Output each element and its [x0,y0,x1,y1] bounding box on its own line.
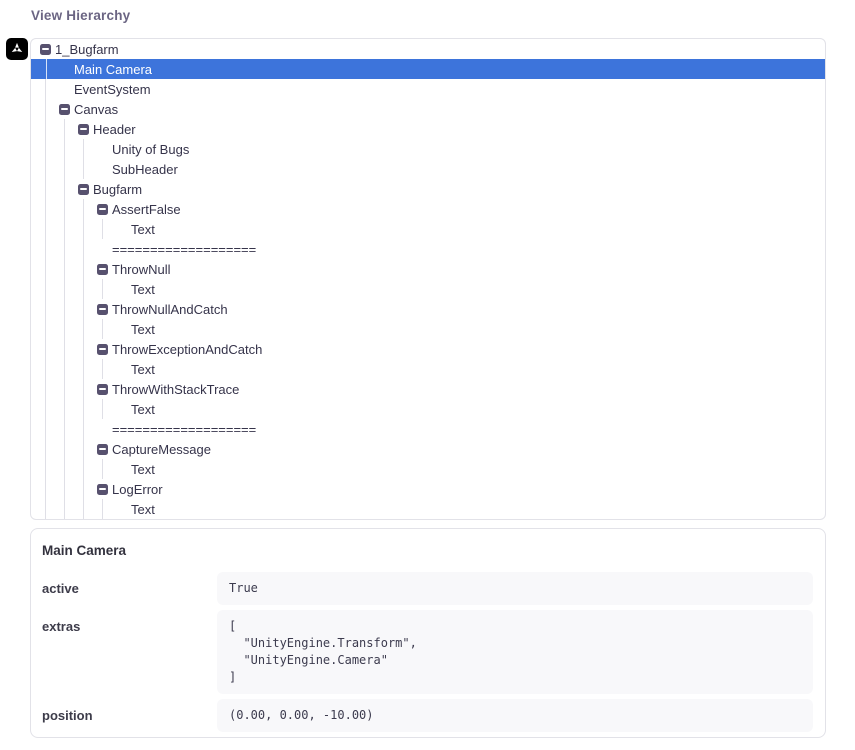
details-panel: Main Camera activeTrueextras[ "UnityEngi… [30,528,826,738]
tree-node[interactable]: SubHeader [97,159,825,179]
property-value: True [217,572,813,605]
tree-node-label: SubHeader [112,162,178,177]
tree-children: Text [102,279,825,299]
tree-children: Text [102,399,825,419]
tree-node[interactable]: Text [116,399,825,419]
tree-node-label: ThrowNullAndCatch [112,302,228,317]
collapse-toggle-icon[interactable] [78,184,89,195]
tree-node[interactable]: Main Camera [59,59,825,79]
tree-node-label: ThrowWithStackTrace [112,382,239,397]
tree-node-label: Text [131,402,155,417]
tree-children: Text [102,499,825,519]
tree-node-label: Text [131,502,155,517]
tree-node-label: ThrowNull [112,262,171,277]
tree-node[interactable]: CaptureMessage [97,439,825,459]
tree-node[interactable]: Text [116,219,825,239]
collapse-toggle-icon[interactable] [97,204,108,215]
property-value: (0.00, 0.00, -10.00) [217,699,813,732]
tree-children: Header Unity of Bugs SubHeader Bugfarm Asser… [64,119,825,519]
hierarchy-panel: 1_Bugfarm Main Camera EventSystem Canvas Hea… [30,38,826,520]
tree-node[interactable]: Header [78,119,825,139]
tree-node-label: AssertFalse [112,202,181,217]
details-title: Main Camera [42,543,813,558]
collapse-toggle-icon[interactable] [97,484,108,495]
property-label: active [42,572,217,596]
property-row: position(0.00, 0.00, -10.00) [42,699,813,732]
tree-node[interactable]: ThrowNull [97,259,825,279]
tree-children: Main Camera EventSystem Canvas Header Unity … [45,59,825,519]
tree-node[interactable]: Text [116,279,825,299]
collapse-toggle-icon[interactable] [97,304,108,315]
collapse-toggle-icon[interactable] [40,44,51,55]
tree-children: AssertFalse Text =================== ThrowN… [83,199,825,519]
tree-children: Text [102,219,825,239]
tree-node-label: Main Camera [74,62,152,77]
collapse-toggle-icon[interactable] [59,104,70,115]
tree-node-label: Text [131,282,155,297]
property-row: activeTrue [42,572,813,605]
collapse-toggle-icon[interactable] [97,344,108,355]
tree-children: Text [102,359,825,379]
tree-node-label: Bugfarm [93,182,142,197]
tree-node[interactable]: 1_Bugfarm [40,39,825,59]
tree-node[interactable]: ThrowExceptionAndCatch [97,339,825,359]
collapse-toggle-icon[interactable] [97,444,108,455]
tree-separator-node[interactable]: =================== [97,419,825,439]
tree-node[interactable]: LogError [97,479,825,499]
tree-node[interactable]: ThrowNullAndCatch [97,299,825,319]
page-title: View Hierarchy [31,8,130,23]
unity-logo-icon [6,38,28,60]
tree-node-label: =================== [112,242,256,257]
tree-node-label: ThrowExceptionAndCatch [112,342,262,357]
tree-node-label: CaptureMessage [112,442,211,457]
tree-node[interactable]: Text [116,459,825,479]
tree-node[interactable]: Unity of Bugs [97,139,825,159]
tree-node-label: Text [131,222,155,237]
tree-node-label: Text [131,462,155,477]
tree-node[interactable]: Text [116,319,825,339]
collapse-toggle-icon[interactable] [97,264,108,275]
property-label: position [42,699,217,723]
tree-node[interactable]: AssertFalse [97,199,825,219]
property-label: extras [42,610,217,634]
tree-node-label: EventSystem [74,82,151,97]
tree-children: Text [102,319,825,339]
tree-node-label: Header [93,122,136,137]
tree-node-label: Canvas [74,102,118,117]
collapse-toggle-icon[interactable] [78,124,89,135]
tree-node-label: LogError [112,482,163,497]
tree-node-label: Text [131,362,155,377]
property-row: extras[ "UnityEngine.Transform", "UnityE… [42,610,813,694]
tree-node-label: 1_Bugfarm [55,42,119,57]
property-value: [ "UnityEngine.Transform", "UnityEngine.… [217,610,813,694]
tree-node-label: Unity of Bugs [112,142,189,157]
tree-children: Text [102,459,825,479]
property-rows: activeTrueextras[ "UnityEngine.Transform… [42,572,813,732]
tree-node-label: =================== [112,422,256,437]
tree-node-label: Text [131,322,155,337]
tree-node[interactable]: EventSystem [59,79,825,99]
tree-separator-node[interactable]: =================== [97,239,825,259]
collapse-toggle-icon[interactable] [97,384,108,395]
tree-children: Unity of Bugs SubHeader [83,139,825,179]
tree-node[interactable]: Text [116,499,825,519]
tree-node[interactable]: Canvas [59,99,825,119]
tree-node[interactable]: Bugfarm [78,179,825,199]
hierarchy-tree: 1_Bugfarm Main Camera EventSystem Canvas Hea… [31,39,825,519]
tree-node[interactable]: ThrowWithStackTrace [97,379,825,399]
tree-guide-line [46,59,47,79]
tree-node[interactable]: Text [116,359,825,379]
